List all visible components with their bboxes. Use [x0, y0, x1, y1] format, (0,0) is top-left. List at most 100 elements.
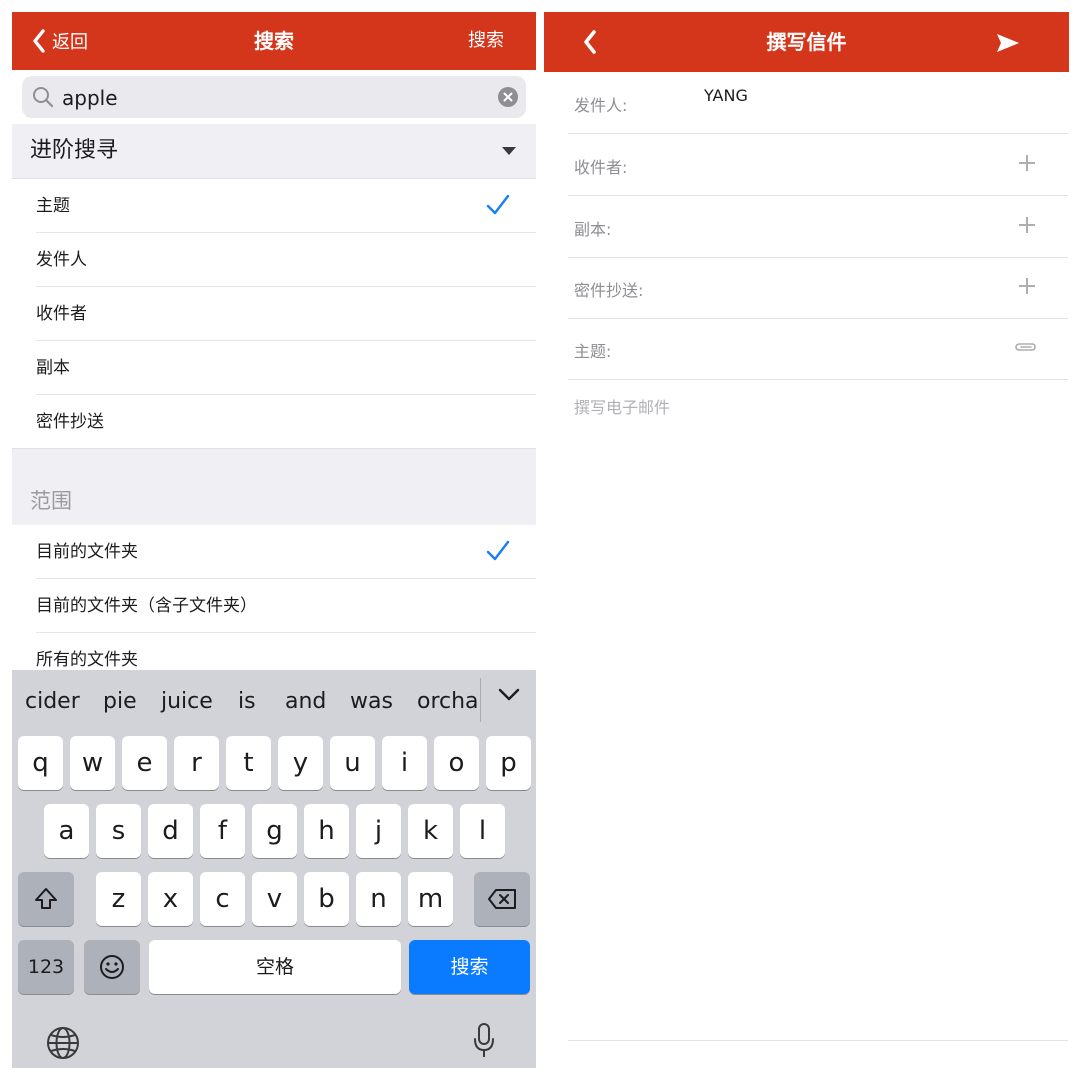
chevron-down-icon[interactable] [498, 688, 520, 702]
paperclip-icon[interactable] [1014, 340, 1038, 354]
key-s[interactable]: s [96, 804, 141, 858]
option-label: 密件抄送 [36, 412, 104, 432]
suggestion-item[interactable]: was [350, 670, 393, 734]
key-y[interactable]: y [278, 736, 323, 790]
key-q[interactable]: q [18, 736, 63, 790]
key-p[interactable]: p [486, 736, 531, 790]
search-icon [33, 87, 54, 108]
key-t[interactable]: t [226, 736, 271, 790]
suggestion-item[interactable]: and [285, 670, 326, 734]
back-button[interactable]: 返回 [32, 12, 88, 70]
plus-icon[interactable] [1018, 154, 1036, 172]
to-label: 收件者: [574, 158, 628, 177]
suggestion-bar: cider pie juice is and was orchai [12, 670, 536, 734]
bcc-label: 密件抄送: [574, 281, 644, 300]
cc-field[interactable]: 副本: [568, 196, 1068, 258]
scope-current-folder[interactable]: 目前的文件夹 [12, 525, 536, 579]
key-v[interactable]: v [252, 872, 297, 926]
suggestion-item[interactable]: juice [161, 670, 213, 734]
advanced-search-header[interactable]: 进阶搜寻 [12, 124, 536, 179]
microphone-icon[interactable] [472, 1022, 496, 1060]
option-label: 发件人 [36, 250, 87, 270]
backspace-key[interactable] [474, 872, 530, 926]
suggestion-item[interactable]: pie [103, 670, 137, 734]
back-chevron-icon [584, 30, 596, 54]
subject-label: 主题: [574, 342, 612, 361]
key-i[interactable]: i [382, 736, 427, 790]
suggestion-item[interactable]: is [238, 670, 256, 734]
key-c[interactable]: c [200, 872, 245, 926]
scope-header: 范围 [12, 448, 536, 526]
checkmark-icon [486, 540, 510, 561]
search-nav-bar: 返回 搜索 搜索 [12, 12, 536, 70]
search-screen: 返回 搜索 搜索 进阶搜寻 主题 [12, 12, 536, 1068]
from-field: 发件人: YANG [568, 72, 1068, 134]
search-button[interactable]: 搜索 [468, 12, 504, 70]
key-z[interactable]: z [96, 872, 141, 926]
subject-field[interactable]: 主题: [568, 318, 1068, 380]
option-cc[interactable]: 副本 [12, 341, 536, 395]
key-j[interactable]: j [356, 804, 401, 858]
key-e[interactable]: e [122, 736, 167, 790]
option-label: 主题 [36, 196, 70, 216]
option-label: 收件者 [36, 304, 87, 324]
compose-nav-bar: 撰写信件 [544, 12, 1069, 72]
scope-options: 目前的文件夹 目前的文件夹（含子文件夹） 所有的文件夹 [12, 525, 536, 687]
suggestion-item[interactable]: cider [25, 670, 80, 734]
send-icon[interactable] [995, 32, 1021, 54]
option-label: 目前的文件夹 [36, 542, 138, 562]
search-input[interactable] [60, 80, 484, 116]
key-h[interactable]: h [304, 804, 349, 858]
keyboard: cider pie juice is and was orchai qwerty… [12, 670, 536, 1068]
key-m[interactable]: m [408, 872, 453, 926]
emoji-key[interactable] [84, 940, 140, 994]
from-label: 发件人: [574, 96, 628, 115]
plus-icon[interactable] [1018, 216, 1036, 234]
compose-screen: 撰写信件 发件人: YANG 收件者: 副本: 密件抄送: 主题: 撰写电子邮件 [544, 12, 1069, 1068]
clear-icon [503, 92, 513, 102]
key-a[interactable]: a [44, 804, 89, 858]
search-return-key[interactable]: 搜索 [409, 940, 530, 994]
key-l[interactable]: l [460, 804, 505, 858]
numbers-key[interactable]: 123 [18, 940, 74, 994]
key-b[interactable]: b [304, 872, 349, 926]
key-w[interactable]: w [70, 736, 115, 790]
shift-key[interactable] [18, 872, 74, 926]
key-k[interactable]: k [408, 804, 453, 858]
scope-title: 范围 [30, 489, 72, 513]
key-r[interactable]: r [174, 736, 219, 790]
to-field[interactable]: 收件者: [568, 134, 1068, 196]
back-button[interactable] [582, 12, 604, 72]
search-field-options: 主题 发件人 收件者 副本 密件抄送 [12, 179, 536, 449]
caret-down-icon[interactable] [502, 147, 516, 155]
key-u[interactable]: u [330, 736, 375, 790]
emoji-icon [100, 955, 124, 979]
backspace-icon [488, 889, 516, 909]
space-key[interactable]: 空格 [149, 940, 401, 994]
key-d[interactable]: d [148, 804, 193, 858]
cc-label: 副本: [574, 220, 612, 239]
clear-search-button[interactable] [498, 87, 518, 107]
checkmark-icon [486, 194, 510, 215]
shift-icon [35, 888, 57, 909]
back-label: 返回 [52, 32, 88, 53]
key-f[interactable]: f [200, 804, 245, 858]
bcc-field[interactable]: 密件抄送: [568, 257, 1068, 319]
key-x[interactable]: x [148, 872, 193, 926]
suggestion-divider [480, 678, 481, 722]
option-subject[interactable]: 主题 [12, 179, 536, 233]
key-o[interactable]: o [434, 736, 479, 790]
email-body-input[interactable]: 撰写电子邮件 [574, 394, 670, 418]
from-value[interactable]: YANG [704, 86, 748, 105]
key-n[interactable]: n [356, 872, 401, 926]
divider [568, 1040, 1068, 1041]
chevron-left-icon [33, 29, 45, 53]
option-sender[interactable]: 发件人 [12, 233, 536, 287]
suggestion-item[interactable]: orchai [417, 670, 479, 734]
scope-current-with-subfolders[interactable]: 目前的文件夹（含子文件夹） [12, 579, 536, 633]
plus-icon[interactable] [1018, 277, 1036, 295]
globe-icon[interactable] [46, 1026, 80, 1060]
key-g[interactable]: g [252, 804, 297, 858]
option-recipient[interactable]: 收件者 [12, 287, 536, 341]
option-bcc[interactable]: 密件抄送 [12, 395, 536, 449]
